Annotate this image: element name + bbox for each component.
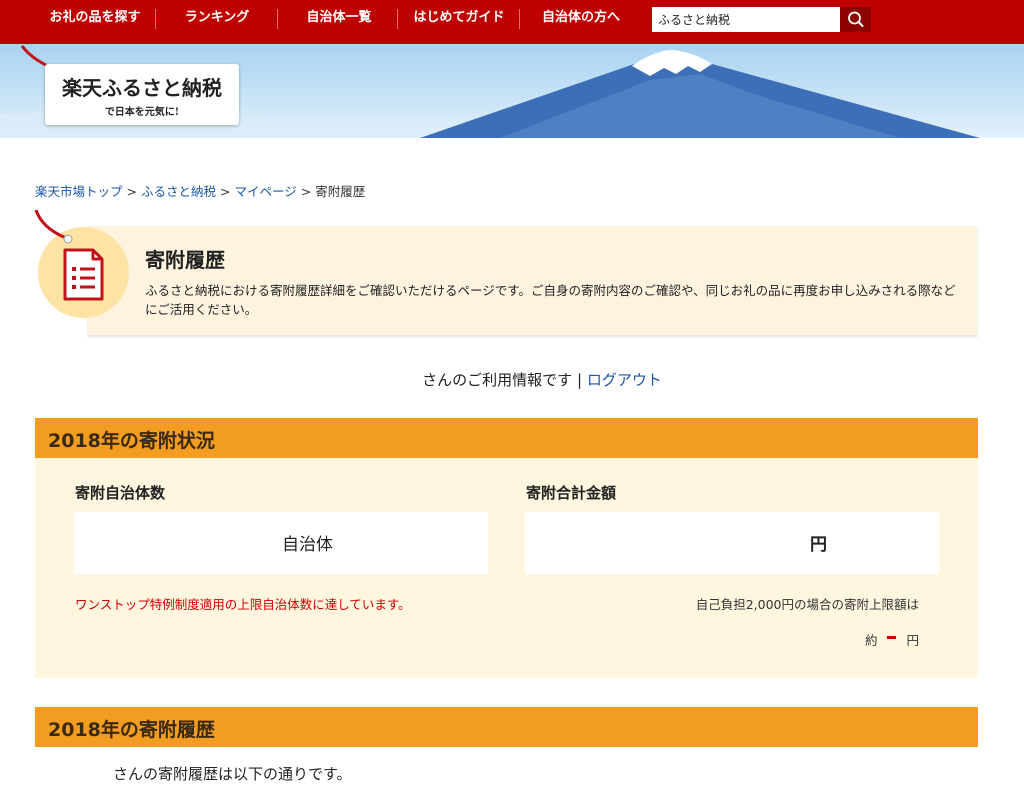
nav-item-find-gifts[interactable]: お礼の品を探す (36, 0, 154, 36)
nav-divider (397, 9, 398, 29)
nav-divider (277, 9, 278, 29)
breadcrumb-furusato[interactable]: ふるさと納税 (141, 184, 216, 199)
nav-divider (155, 9, 156, 29)
total-amount-label: 寄附合計金額 (526, 484, 617, 502)
site-logo[interactable]: 楽天ふるさと納税 で日本を元気に! (45, 64, 239, 125)
municipality-count-label: 寄附自治体数 (75, 484, 166, 502)
total-amount-unit: 円 (810, 535, 827, 555)
donation-status-header: 2018年の寄附状況 (35, 418, 978, 458)
tag-cord-icon (34, 209, 73, 244)
page-description: ふるさと納税における寄附履歴詳細をご確認いただけるページです。ご自身の寄附内容の… (145, 283, 956, 317)
municipality-count-box: 自治体 (74, 512, 488, 574)
breadcrumb-mypage[interactable]: マイページ (235, 184, 297, 199)
breadcrumb-separator: > (220, 184, 231, 199)
donation-history-intro: さんの寄附履歴は以下の通りです。 (113, 765, 352, 783)
breadcrumb-separator: > (300, 184, 312, 199)
donation-limit-placeholder (887, 636, 897, 639)
total-amount-box: 円 (525, 512, 939, 574)
donation-limit-prefix: 約 (864, 633, 878, 648)
donation-limit-value: 約円 (865, 630, 919, 649)
onestop-limit-warning: ワンストップ特例制度適用の上限自治体数に達しています。 (75, 597, 411, 612)
donation-limit-unit: 円 (906, 633, 919, 648)
municipality-count-unit: 自治体 (282, 535, 333, 555)
nav-item-beginner-guide[interactable]: はじめてガイド (402, 0, 516, 36)
logo-tagline: で日本を元気に! (104, 107, 180, 118)
donation-history-header: 2018年の寄附履歴 (35, 707, 978, 747)
nav-divider (519, 9, 520, 29)
top-navigation: お礼の品を探す ランキング 自治体一覧 はじめてガイド 自治体の方へ (0, 0, 1024, 44)
search-button[interactable] (840, 7, 871, 32)
user-info-text: さんのご利用情報です (422, 371, 573, 389)
nav-item-municipalities[interactable]: 自治体一覧 (287, 0, 391, 36)
breadcrumb-separator: > (126, 184, 137, 199)
user-info-line: さんのご利用情報です | ログアウト (0, 369, 1024, 390)
donation-limit-note: 自己負担2,000円の場合の寄附上限額は (695, 597, 919, 612)
search-input[interactable] (652, 7, 840, 32)
search-icon (848, 11, 864, 27)
nav-item-for-municipalities[interactable]: 自治体の方へ (526, 0, 636, 36)
donation-status-heading: 2018年の寄附状況 (48, 430, 215, 452)
logout-link[interactable]: ログアウト (587, 371, 662, 389)
donation-history-heading: 2018年の寄附履歴 (48, 719, 215, 741)
breadcrumb-current: 寄附履歴 (315, 184, 366, 199)
user-info-divider: | (576, 371, 583, 389)
breadcrumb: 楽天市場トップ > ふるさと納税 > マイページ > 寄附履歴 (35, 181, 365, 200)
header-banner: 楽天ふるさと納税 で日本を元気に! (0, 44, 1024, 138)
logo-main-text: 楽天ふるさと納税 (62, 76, 222, 100)
page-title: 寄附履歴 (145, 248, 225, 272)
nav-item-ranking[interactable]: ランキング (165, 0, 269, 36)
breadcrumb-rakuten-top[interactable]: 楽天市場トップ (35, 184, 123, 199)
